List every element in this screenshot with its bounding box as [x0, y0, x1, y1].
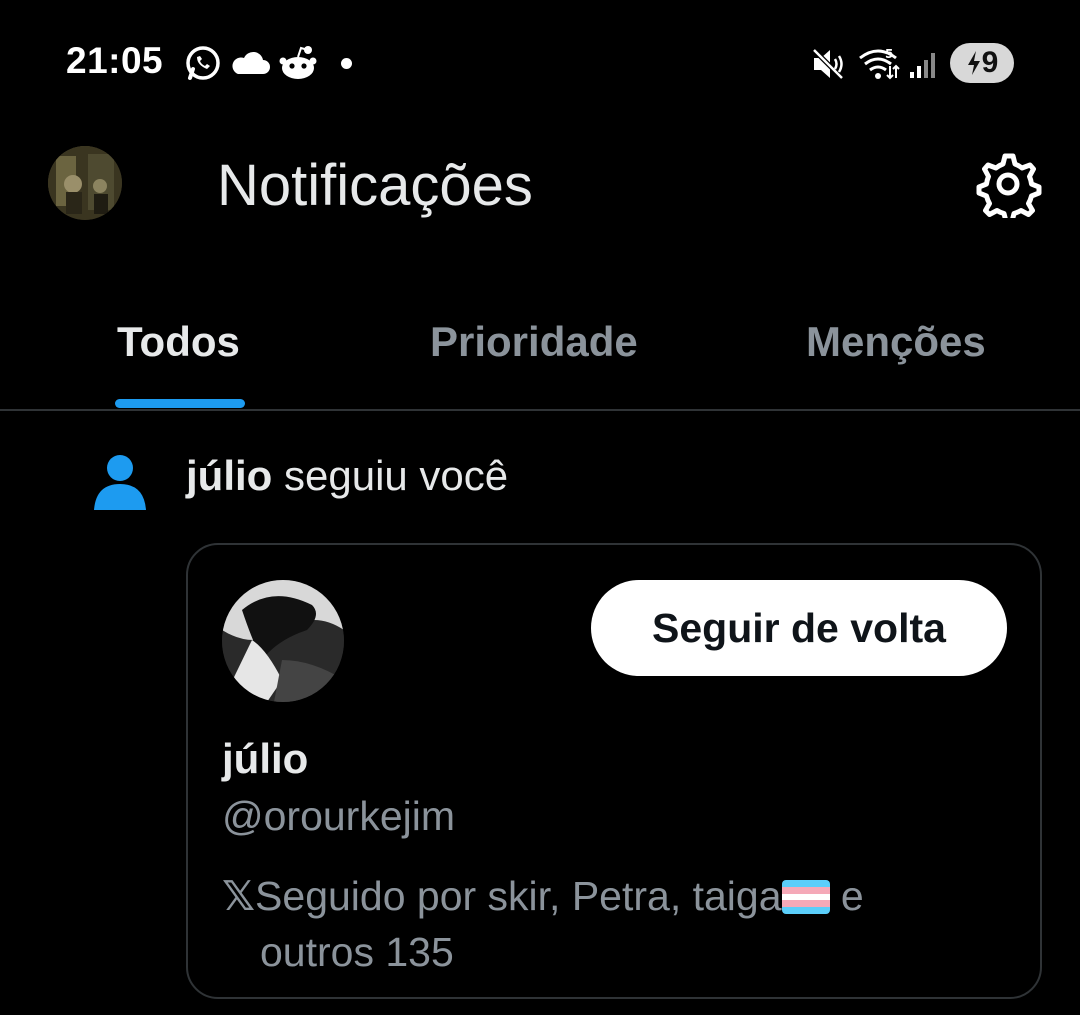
battery-charging-icon — [967, 51, 980, 75]
tabs-divider — [0, 409, 1080, 411]
active-tab-indicator — [115, 399, 245, 408]
dot-icon — [341, 58, 352, 69]
user-name[interactable]: júlio — [222, 735, 308, 783]
followed-by-suffix: e — [829, 873, 864, 919]
wifi-icon: 5 — [859, 47, 900, 80]
profile-avatar-image — [48, 146, 122, 220]
user-avatar-image — [222, 580, 344, 702]
reddit-icon — [279, 46, 317, 79]
page-title: Notificações — [217, 153, 533, 218]
notification-text[interactable]: júlio seguiu você — [186, 452, 508, 500]
tab-mencoes[interactable]: Menções — [806, 318, 986, 366]
trans-flag-icon — [781, 880, 830, 914]
mute-icon — [812, 48, 844, 80]
whatsapp-icon — [186, 46, 220, 80]
gear-icon[interactable] — [974, 150, 1042, 218]
status-time: 21:05 — [66, 40, 164, 81]
profile-avatar[interactable] — [48, 146, 122, 220]
notification-action: seguiu você — [272, 452, 509, 499]
tab-prioridade[interactable]: Prioridade — [430, 318, 638, 366]
tab-todos[interactable]: Todos — [117, 318, 240, 366]
follow-back-button[interactable]: Seguir de volta — [591, 580, 1007, 676]
followed-by-text: 𝕏Seguido por skir, Petra, taiga e outros… — [222, 868, 982, 980]
battery-level: 9 — [981, 46, 999, 79]
user-handle[interactable]: @orourkejim — [222, 793, 455, 840]
user-avatar[interactable] — [222, 580, 344, 702]
battery-indicator: 9 — [950, 43, 1014, 83]
svg-text:5: 5 — [885, 47, 893, 61]
followed-by-others: outros 135 — [260, 929, 454, 975]
x-logo-icon: 𝕏 — [222, 873, 256, 919]
person-icon — [94, 455, 146, 510]
notification-actor[interactable]: júlio — [186, 452, 272, 499]
signal-icon — [910, 53, 935, 78]
followed-by-names: Seguido por skir, Petra, taiga — [255, 873, 782, 919]
cloud-icon — [232, 51, 270, 74]
